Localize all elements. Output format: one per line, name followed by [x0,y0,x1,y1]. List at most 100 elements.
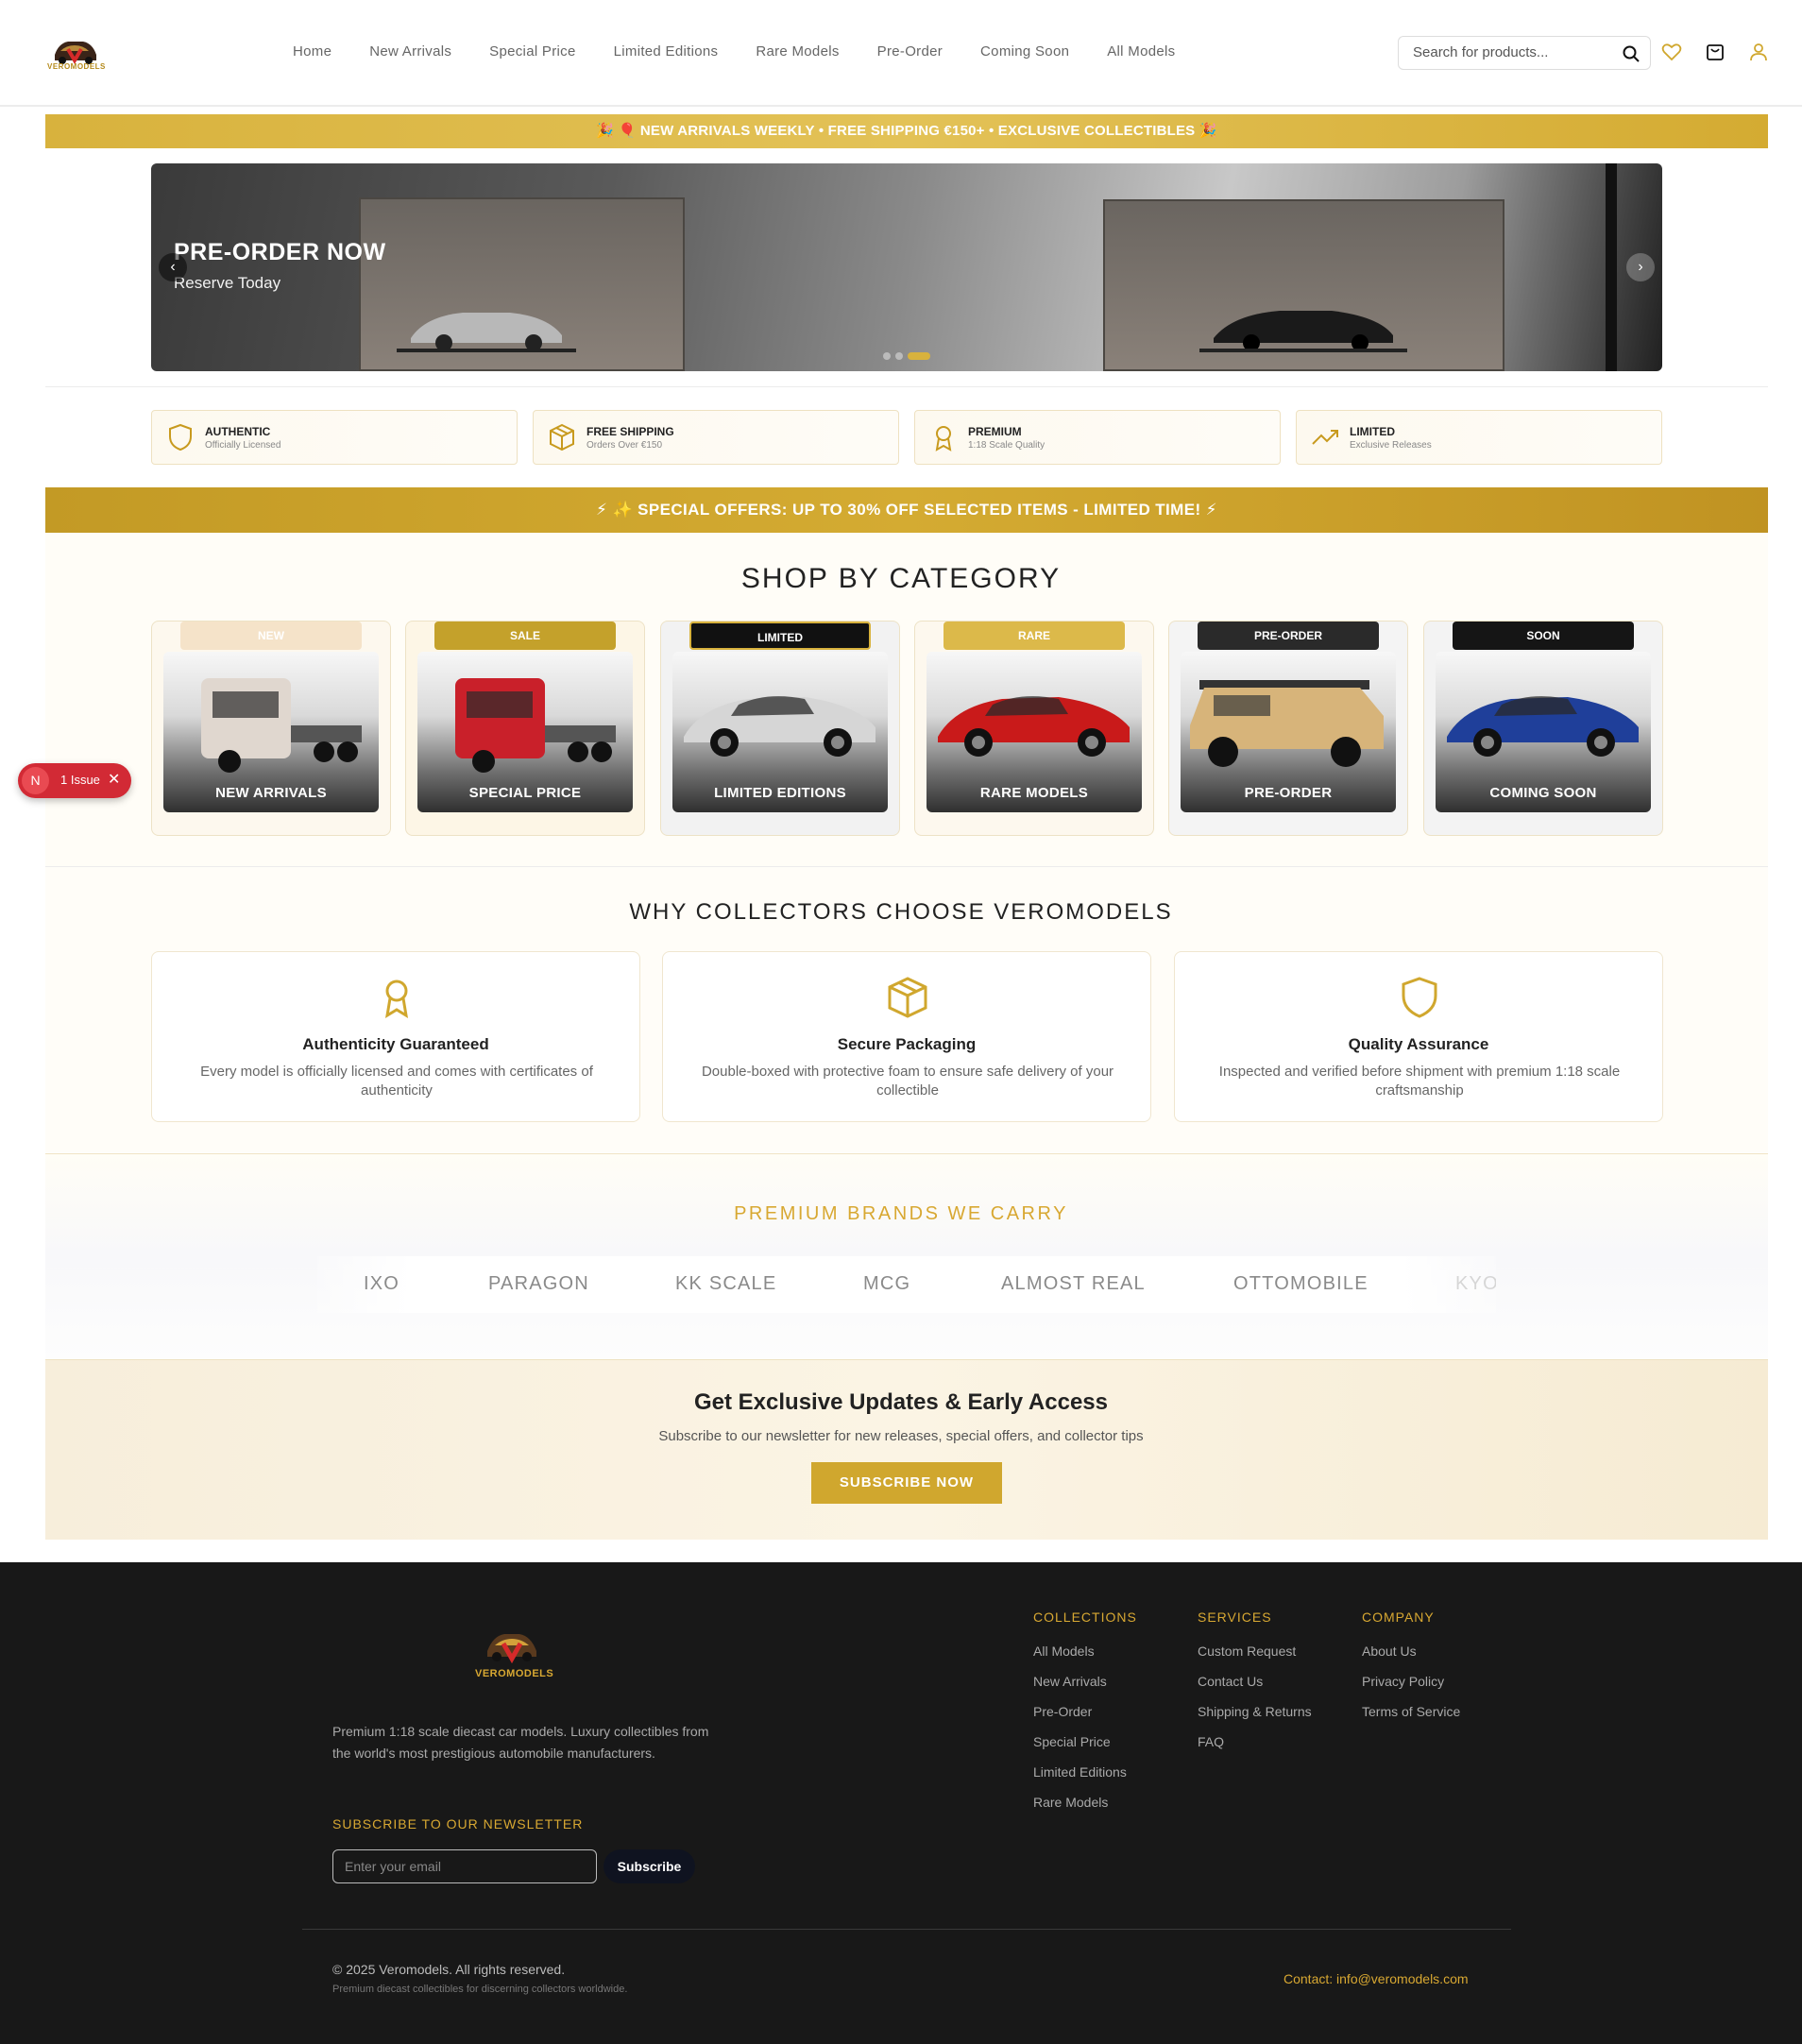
category-image: LIMITED EDITIONS [672,652,888,812]
footer-link[interactable]: Privacy Policy [1362,1674,1444,1689]
feature-free-shipping: FREE SHIPPING Orders Over €150 [533,410,899,465]
category-vehicle-image [938,696,1130,757]
feature-title: FREE SHIPPING [586,425,674,438]
footer-link[interactable]: Rare Models [1033,1795,1108,1810]
shield-icon [169,423,192,451]
hero-prev-button[interactable]: ‹ [159,253,187,281]
main-nav: Home New Arrivals Special Price Limited … [293,43,1213,60]
search-box [1398,36,1651,70]
brand-item[interactable]: KK SCALE [675,1273,776,1295]
nav-new-arrivals[interactable]: New Arrivals [369,43,451,60]
footer-newsletter-title: SUBSCRIBE TO OUR NEWSLETTER [332,1816,584,1831]
brand-item[interactable]: OTTOMOBILE [1233,1273,1368,1295]
award-icon [935,426,952,451]
subscribe-now-button[interactable]: SUBSCRIBE NOW [811,1462,1002,1504]
category-section-title: SHOP BY CATEGORY [740,563,1062,594]
footer-description: Premium 1:18 scale diecast car models. L… [332,1724,709,1761]
newsletter-title: Get Exclusive Updates & Early Access [694,1389,1108,1415]
footer-contact-link[interactable]: Contact: info@veromodels.com [1284,1971,1469,1986]
category-badge: RARE [944,622,1125,650]
category-label: SPECIAL PRICE [468,785,582,801]
why-card-authenticity: Authenticity Guaranteed Every model is o… [151,951,640,1122]
why-card-quality: Quality Assurance Inspected and verified… [1174,951,1663,1122]
footer-logo-car-icon[interactable] [482,1625,542,1666]
nav-limited-editions[interactable]: Limited Editions [614,43,719,60]
category-card[interactable]: PRE-ORDER PRE-ORDER [1168,621,1408,836]
footer-link[interactable]: Contact Us [1198,1674,1263,1689]
close-icon[interactable]: ✕ [108,770,120,789]
brand-item[interactable]: MCG [863,1273,910,1295]
hero-car-silver [397,313,576,352]
category-card[interactable]: SALE SPECIAL PRICE [405,621,645,836]
nav-rare-models[interactable]: Rare Models [756,43,839,60]
footer-email-input[interactable] [345,1859,581,1874]
newsletter-subtitle: Subscribe to our newsletter for new rele… [658,1428,1144,1444]
footer-link[interactable]: Custom Request [1198,1644,1296,1659]
why-section-title: WHY COLLECTORS CHOOSE VEROMODELS [629,899,1173,925]
user-icon[interactable] [1748,42,1769,62]
category-card[interactable]: NEW NEW ARRIVALS [151,621,391,836]
footer-link[interactable]: Terms of Service [1362,1704,1460,1719]
footer-col-title-company: COMPANY [1362,1610,1435,1625]
category-card[interactable]: LIMITED LIMITED EDITIONS [660,621,900,836]
category-card[interactable]: SOON COMING SOON [1423,621,1663,836]
footer-link[interactable]: Pre-Order [1033,1704,1092,1719]
footer-link[interactable]: About Us [1362,1644,1417,1659]
hero-car-black [1199,311,1407,352]
feature-title: LIMITED [1350,425,1395,438]
category-vehicle-image [684,696,876,757]
footer-copyright: © 2025 Veromodels. All rights reserved. [332,1962,566,1977]
divider [45,386,1768,387]
award-icon [384,979,409,1018]
category-vehicle-image [1447,696,1639,757]
category-vehicle-image [1190,680,1384,767]
footer-link[interactable]: Special Price [1033,1734,1111,1749]
nav-all-models[interactable]: All Models [1107,43,1175,60]
hero-dot-active[interactable] [908,352,930,360]
footer-link[interactable]: New Arrivals [1033,1674,1107,1689]
brand-item[interactable]: KYO [1455,1273,1496,1295]
announcement-banner: 🎉 🎈 NEW ARRIVALS WEEKLY • FREE SHIPPING … [45,114,1768,148]
category-label: COMING SOON [1489,785,1597,801]
nav-pre-order[interactable]: Pre-Order [877,43,943,60]
footer-col-title-services: SERVICES [1198,1610,1272,1625]
brand-item[interactable]: ALMOST REAL [1001,1273,1146,1295]
heart-icon[interactable] [1661,42,1682,62]
why-card-desc: Double-boxed with protective foam to ens… [701,1064,1114,1099]
cart-icon[interactable] [1705,42,1726,62]
issue-text: 1 Issue [60,773,100,787]
nav-coming-soon[interactable]: Coming Soon [980,43,1069,60]
issue-badge[interactable]: N 1 Issue ✕ [18,763,131,798]
category-card[interactable]: RARE RARE MODELS [914,621,1154,836]
brand-item[interactable]: PARAGON [488,1273,589,1295]
hero-carousel[interactable]: PRE-ORDER NOW Reserve Today ‹ › [151,163,1662,371]
footer-link[interactable]: Shipping & Returns [1198,1704,1312,1719]
footer-divider [302,1929,1511,1930]
category-image: COMING SOON [1436,652,1651,812]
brand-item[interactable]: IXO [364,1273,400,1295]
package-icon [888,977,927,1018]
feature-title: AUTHENTIC [205,425,271,438]
footer-subscribe-button[interactable]: Subscribe [604,1849,695,1883]
footer-link[interactable]: All Models [1033,1644,1095,1659]
nav-special-price[interactable]: Special Price [489,43,575,60]
category-image: RARE MODELS [926,652,1142,812]
nav-home[interactable]: Home [293,43,332,60]
why-card-title: Secure Packaging [837,1035,977,1053]
category-badge: LIMITED [689,622,871,650]
footer-tagline: Premium diecast collectibles for discern… [332,1984,628,1995]
footer-link[interactable]: Limited Editions [1033,1764,1127,1780]
category-badge: NEW [180,622,362,650]
search-icon[interactable] [1622,44,1640,63]
why-card-desc: Inspected and verified before shipment w… [1218,1064,1621,1099]
hero-dot[interactable] [895,352,903,360]
feature-subtitle: Exclusive Releases [1350,440,1432,451]
package-icon [550,423,574,451]
newsletter-section-bg [45,1359,1768,1540]
category-vehicle-image [455,678,616,773]
hero-dot[interactable] [883,352,891,360]
search-input[interactable] [1413,44,1611,60]
site-header: VEROMODELS Home New Arrivals Special Pri… [0,0,1802,107]
footer-link[interactable]: FAQ [1198,1734,1224,1749]
hero-next-button[interactable]: › [1626,253,1655,281]
